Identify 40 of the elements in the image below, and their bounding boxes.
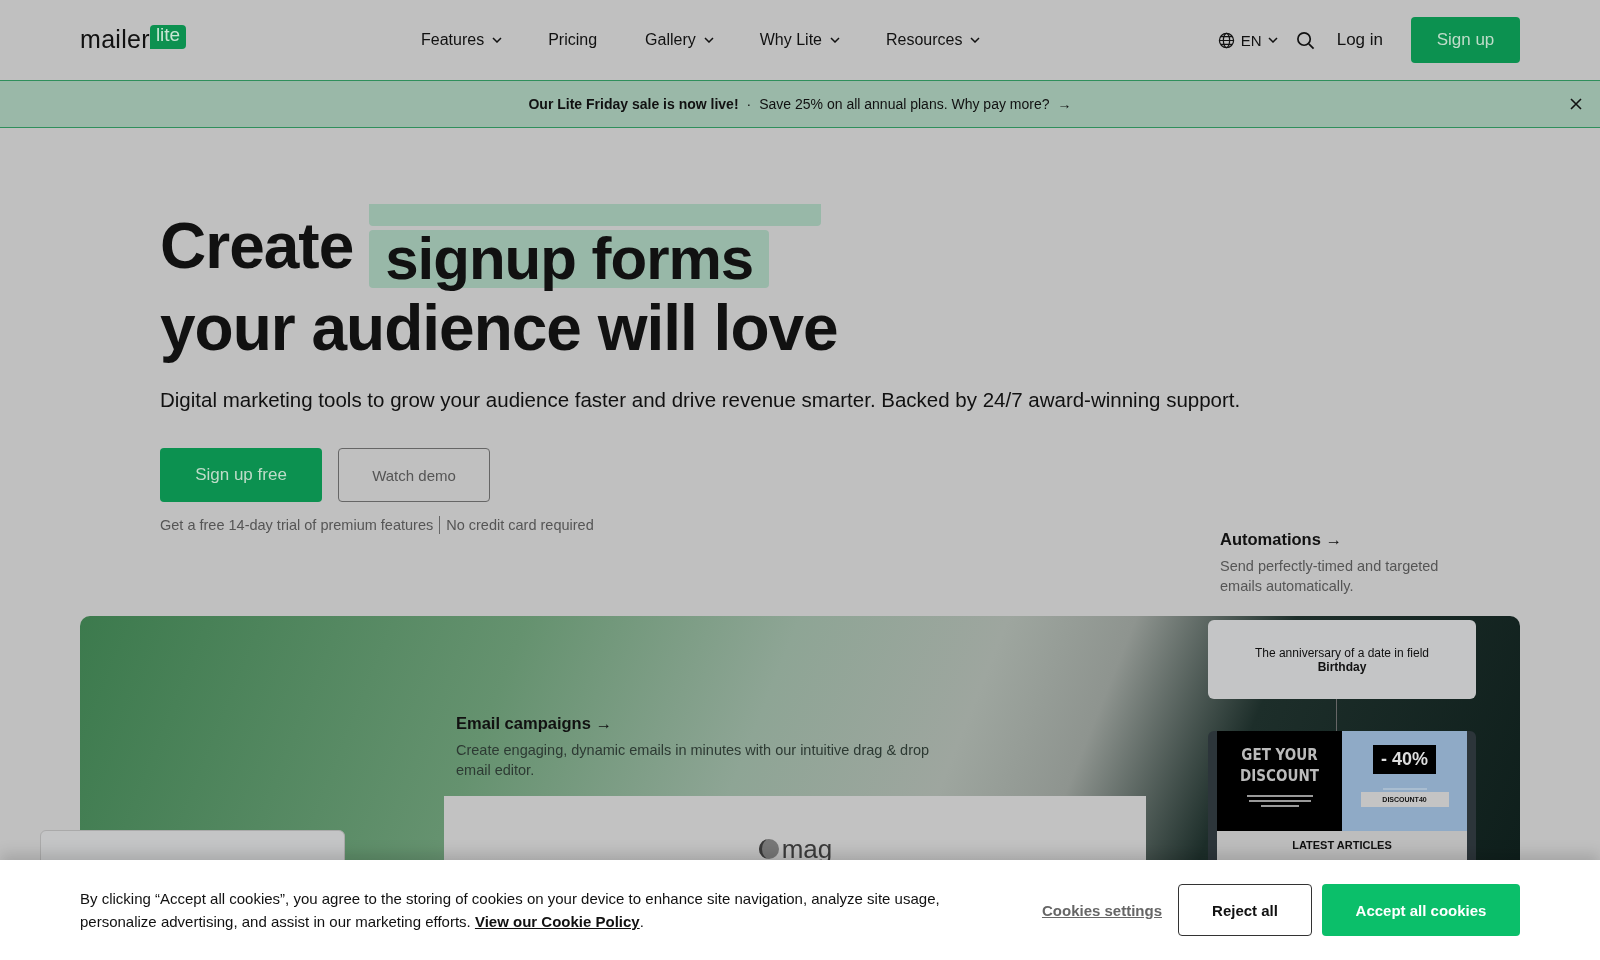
feature-link[interactable]: Automations → — [1220, 530, 1476, 549]
body-text-lines — [1244, 795, 1315, 810]
discount-badge: - 40% — [1373, 745, 1436, 775]
arrow-glyph: → — [1057, 96, 1072, 112]
trial-note: No credit card required — [446, 517, 594, 533]
reject-all-button[interactable]: Reject all — [1178, 884, 1312, 936]
cookies-settings-link[interactable]: Cookies settings — [1041, 901, 1162, 919]
close-icon[interactable] — [1570, 98, 1582, 110]
nav-link[interactable]: Resources — [886, 31, 981, 49]
nav-link[interactable]: Gallery — [645, 31, 714, 49]
chevron-down-icon — [1267, 37, 1278, 43]
feature-description: Create engaging, dynamic emails in minutes with our intuitive drag & drop email editor. — [456, 741, 931, 780]
search-icon[interactable] — [1295, 30, 1315, 50]
hero-subtitle: Digital marketing tools to grow your audience faster and drive revenue smarter. Backed by 24/7 award-winning support. — [160, 388, 1242, 412]
section-heading: LATEST ARTICLES — [1292, 839, 1392, 854]
logo-wordmark[interactable]: mailer — [80, 27, 150, 56]
separator-dot: · — [746, 96, 752, 112]
label-line — [1382, 788, 1427, 791]
trial-note: Get a free 14-day trial of premium features — [160, 517, 434, 533]
watch-demo-button[interactable]: Watch demo — [338, 448, 490, 502]
headline-text: Create — [160, 214, 354, 278]
chevron-down-icon — [492, 37, 503, 43]
globe-icon — [1217, 31, 1235, 49]
nav-link[interactable]: Pricing — [548, 31, 598, 49]
email-headline: GET YOUR DISCOUNT — [1239, 745, 1320, 788]
nav-link[interactable]: Why Lite — [759, 31, 840, 49]
chevron-down-icon — [830, 37, 840, 43]
language-selector[interactable]: EN — [1217, 31, 1278, 49]
cookie-policy-link[interactable]: View our Cookie Policy — [474, 913, 640, 930]
chevron-down-icon — [970, 37, 981, 43]
login-link[interactable]: Log in — [1336, 30, 1383, 50]
chevron-down-icon — [703, 37, 714, 43]
sale-banner-text[interactable]: Our Lite Friday sale is now live! — [528, 96, 739, 112]
feature-description: Send perfectly-timed and targeted emails automatically. — [1220, 557, 1440, 596]
feature-link[interactable]: Email campaigns → — [456, 714, 1146, 733]
cookie-notice-text: By clicking “Accept all cookies”, you agree to the storing of cookies on your device to enhance site navigation, analyze site usage, personalize advertising, and assist in our marketing efforts. View our Cookie Policy. — [80, 889, 941, 932]
sale-banner-link[interactable]: Save 25% on all annual plans. Why pay more? — [759, 96, 1050, 112]
nav-link[interactable]: Features — [421, 31, 503, 49]
trigger-text: The anniversary of a date in field Birthday — [1253, 645, 1431, 674]
moon-logo-icon — [757, 838, 780, 861]
